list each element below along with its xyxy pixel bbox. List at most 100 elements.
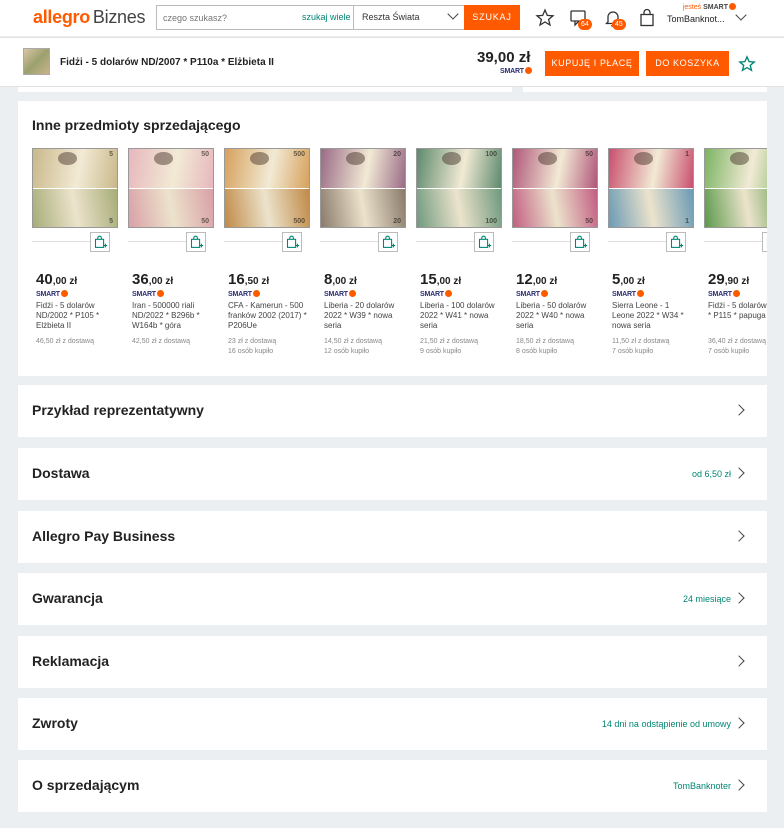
content-stub-left [18,87,512,92]
section-summary: TomBanknoter [672,781,731,791]
product-title: Fidżi - 5 dolarów ND/2007 * P110a * Elżb… [60,57,274,68]
item-name[interactable]: Iran - 500000 riali ND/2022 * B296b * W1… [132,301,212,331]
chevron-right-icon [733,717,745,729]
item-smart-badge: SMART [612,290,644,298]
banknote-image[interactable]: 11 [608,148,694,228]
item-smart-badge: SMART [324,290,356,298]
banknote-image[interactable]: 55 [32,148,118,228]
section-warranty[interactable]: Gwarancja 24 miesiące [18,573,767,625]
banknote-image[interactable]: 100 100 [416,148,502,228]
smart-dot-icon [729,3,736,10]
smart-dot-icon [252,290,260,297]
section-representative-example[interactable]: Przykład reprezentatywny [18,385,767,437]
smart-dot-icon [732,290,740,297]
item-shipping: 36,40 zł z dostawą [708,338,766,345]
add-to-cart-icon[interactable] [90,232,110,252]
banknote-image[interactable]: 500 500 [224,148,310,228]
user-status-badge: SMART [703,4,728,11]
banknote-image[interactable]: 50 50 [128,148,214,228]
item-name[interactable]: Liberia - 100 dolarów 2022 * W41 * nowa … [420,301,500,331]
product-card[interactable]: 50 50 36,00 zł SMART Iran - 500000 riali ND/… [128,148,216,345]
logo-brand: allegro [33,7,90,27]
chevron-right-icon [733,530,745,542]
banknote-image[interactable]: 50 50 [512,148,598,228]
section-title: Przykład reprezentatywny [32,402,204,418]
logo-suffix: Biznes [92,7,146,27]
item-smart-badge: SMART [708,290,740,298]
section-title: Dostawa [32,465,90,481]
item-sold-count: 16 osób kupiło [228,348,274,355]
product-card[interactable]: 50 50 12,00 zł SMART Liberia - 50 dolarów 20… [512,148,600,355]
product-card[interactable]: 100 100 15,00 zł SMART Liberia - 100 dolarów… [416,148,504,355]
section-title: O sprzedającym [32,777,140,793]
item-price: 16,50 zł [228,271,270,288]
search-bar: szukaj wiele Reszta Świata SZUKAJ [156,5,520,30]
item-name[interactable]: Sierra Leone - 1 Leone 2022 * W34 * nowa… [612,301,692,331]
item-shipping: 46,50 zł z dostawą [36,338,94,345]
other-items-panel: Inne przedmioty sprzedającego 5 5 40,00 zł… [18,101,767,376]
product-card[interactable]: 1 1 5,00 zł SMART Sierra Leone - 1 Leone 202… [608,148,696,355]
item-shipping: 11,50 zł z dostawą [612,338,670,345]
search-button[interactable]: SZUKAJ [464,5,520,30]
item-price: 8,00 zł [324,271,357,288]
add-to-cart-button[interactable]: DO KOSZYKA [646,51,729,76]
item-shipping: 42,50 zł z dostawą [132,338,190,345]
watch-star-icon[interactable] [738,55,756,73]
product-card[interactable]: 5 5 40,00 zł SMART Fidżi - 5 dolarów ND/2002… [32,148,120,345]
add-to-cart-icon[interactable] [666,232,686,252]
smart-dot-icon [156,290,164,297]
messages-badge: 64 [578,19,592,30]
item-name[interactable]: Liberia - 50 dolarów 2022 * W40 * nowa s… [516,301,596,331]
panel-title: Inne przedmioty sprzedającego [32,117,241,133]
allegro-logo[interactable]: allegro Biznes [33,7,145,28]
item-smart-badge: SMART [132,290,164,298]
add-to-cart-icon[interactable] [186,232,206,252]
category-select[interactable]: Reszta Świata [353,6,464,29]
item-price: 15,00 zł [420,271,462,288]
item-name[interactable]: Fidżi - 5 dolarów ND/2002 * P105 * Elżbi… [36,301,116,331]
section-returns[interactable]: Zwroty 14 dni na odstąpienie od umowy [18,698,767,750]
top-header: allegroBiznes szukaj wiele Reszta Świata… [0,0,784,36]
chevron-right-icon [733,404,745,416]
category-value: Reszta Świata [362,12,420,22]
buy-now-button[interactable]: KUPUJĘ I PŁACĘ [545,51,639,76]
item-price: 12,00 zł [516,271,558,288]
product-card[interactable]: 20 20 8,00 zł SMART Liberia - 20 dolarów 202… [320,148,408,355]
item-name[interactable]: Fidżi - 5 dolarów 2013 * P115 * papuga *… [708,301,767,321]
item-sold-count: 8 osób kupiło [516,348,558,355]
section-title: Reklamacja [32,653,110,669]
item-name[interactable]: CFA - Kamerun - 500 franków 2002 (2017) … [228,301,308,331]
item-smart-badge: SMART [420,290,452,298]
bag-icon[interactable] [637,8,657,28]
section-delivery[interactable]: Dostawa od 6,50 zł [18,448,767,500]
smart-dot-icon [524,67,532,74]
product-card[interactable]: 55 29,90 zł SMART Fidżi - 5 dolarów 2013 * … [704,148,767,355]
add-to-cart-icon[interactable] [762,232,767,252]
item-smart-badge: SMART [516,290,548,298]
item-sold-count: 7 osób kupiło [708,348,750,355]
add-to-cart-icon[interactable] [378,232,398,252]
add-to-cart-icon[interactable] [570,232,590,252]
smart-dot-icon [444,290,452,297]
star-icon[interactable] [535,8,555,28]
search-many-link[interactable]: szukaj wiele [302,12,351,22]
section-complaints[interactable]: Reklamacja [18,636,767,688]
chevron-right-icon [733,592,745,604]
section-about-seller[interactable]: O sprzedającym TomBanknoter [18,760,767,812]
product-price: 39,00 zł [477,49,531,66]
product-card[interactable]: 500 500 16,50 zł SMART CFA - Kamerun - 500 f… [224,148,312,355]
item-sold-count: 12 osób kupiło [324,348,370,355]
smart-dot-icon [636,290,644,297]
banknote-image[interactable]: 55 [704,148,767,228]
section-allegro-pay[interactable]: Allegro Pay Business [18,511,767,563]
section-title: Zwroty [32,715,78,731]
product-bar: Fidżi - 5 dolarów ND/2007 * P110a * Elżb… [0,37,784,87]
item-price: 40,00 zł [36,271,78,288]
item-shipping: 18,50 zł z dostawą [516,338,574,345]
add-to-cart-icon[interactable] [474,232,494,252]
banknote-image[interactable]: 20 20 [320,148,406,228]
chevron-right-icon [733,779,745,791]
smart-dot-icon [60,290,68,297]
add-to-cart-icon[interactable] [282,232,302,252]
item-name[interactable]: Liberia - 20 dolarów 2022 * W39 * nowa s… [324,301,404,331]
